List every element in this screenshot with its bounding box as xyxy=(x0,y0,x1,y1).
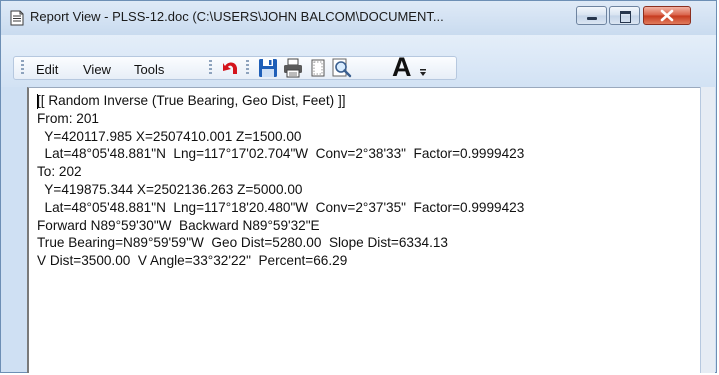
minimize-icon xyxy=(587,17,597,20)
close-icon xyxy=(660,9,674,22)
font-button[interactable]: A xyxy=(392,53,412,81)
right-edge-panel xyxy=(700,87,715,373)
print-icon[interactable] xyxy=(282,57,304,79)
toolbar: Edit View Tools A xyxy=(1,35,716,87)
close-button[interactable] xyxy=(643,6,691,25)
toolbar-separator xyxy=(246,60,249,76)
title-bar[interactable]: Report View - PLSS-12.doc (C:\USERS\JOHN… xyxy=(1,1,716,35)
maximize-icon xyxy=(620,11,631,23)
maximize-button[interactable] xyxy=(609,6,640,25)
report-line: Lat=48°05'48.881"N Lng=117°18'20.480"W C… xyxy=(37,199,525,215)
report-line: Y=420117.985 X=2507410.001 Z=1500.00 xyxy=(37,128,302,144)
menu-view[interactable]: View xyxy=(83,62,111,77)
save-icon[interactable] xyxy=(257,57,279,79)
menu-edit[interactable]: Edit xyxy=(36,62,58,77)
report-text-area[interactable]: [[ Random Inverse (True Bearing, Geo Dis… xyxy=(27,87,700,373)
page-setup-icon[interactable] xyxy=(307,57,329,79)
toolbar-grip[interactable] xyxy=(21,60,24,76)
find-icon[interactable] xyxy=(330,57,352,79)
report-line: From: 201 xyxy=(37,110,99,126)
report-line: V Dist=3500.00 V Angle=33°32'22" Percent… xyxy=(37,253,348,269)
report-line: [[ Random Inverse (True Bearing, Geo Dis… xyxy=(37,93,346,108)
report-line: Forward N89°59'30"W Backward N89°59'32"E xyxy=(37,217,320,233)
report-line: True Bearing=N89°59'59"W Geo Dist=5280.0… xyxy=(37,235,448,251)
toolbar-separator xyxy=(209,60,212,76)
report-line: Lat=48°05'48.881"N Lng=117°17'02.704"W C… xyxy=(37,146,525,162)
report-line: To: 202 xyxy=(37,164,82,180)
report-line: Y=419875.344 X=2502136.263 Z=5000.00 xyxy=(37,181,303,197)
toolbar-overflow-icon[interactable] xyxy=(417,65,429,77)
window-title: Report View - PLSS-12.doc (C:\USERS\JOHN… xyxy=(30,9,444,24)
menu-tools[interactable]: Tools xyxy=(134,62,164,77)
report-lines: [[ Random Inverse (True Bearing, Geo Dis… xyxy=(37,92,524,270)
report-view-window: Report View - PLSS-12.doc (C:\USERS\JOHN… xyxy=(0,0,717,373)
minimize-button[interactable] xyxy=(576,6,607,25)
undo-icon[interactable] xyxy=(220,57,242,79)
document-icon xyxy=(9,10,25,26)
